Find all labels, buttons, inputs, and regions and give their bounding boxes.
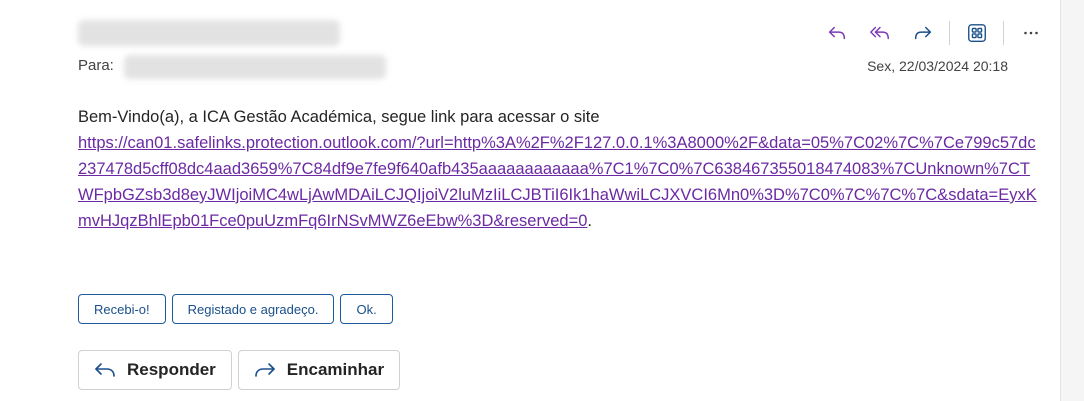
reply-icon bbox=[828, 26, 846, 40]
quick-reply-thanks[interactable]: Registado e agradeço. bbox=[171, 294, 335, 324]
forward-icon bbox=[914, 26, 932, 40]
forward-icon bbox=[254, 363, 275, 377]
reply-button[interactable]: Responder bbox=[78, 350, 232, 390]
message-toolbar bbox=[820, 18, 1057, 48]
reply-all-icon bbox=[870, 26, 889, 40]
scroll-gutter bbox=[1061, 0, 1084, 401]
safelink-url[interactable]: https://can01.safelinks.protection.outlo… bbox=[78, 134, 1037, 230]
trailing-period: . bbox=[587, 212, 592, 230]
suggested-replies: Recebi-o! Registado e agradeço. Ok. bbox=[78, 294, 393, 324]
reply-all-action-button[interactable] bbox=[863, 18, 897, 48]
forward-button[interactable]: Encaminhar bbox=[237, 350, 401, 390]
forward-button-label: Encaminhar bbox=[286, 360, 385, 379]
reply-icon bbox=[95, 363, 115, 377]
message-body: Bem-Vindo(a), a ICA Gestão Académica, se… bbox=[78, 104, 1038, 234]
apps-action-button[interactable] bbox=[960, 18, 994, 48]
forward-action-button[interactable] bbox=[906, 18, 940, 48]
toolbar-divider bbox=[949, 21, 950, 45]
greeting-text: Bem-Vindo(a), a ICA Gestão Académica, se… bbox=[78, 108, 600, 126]
quick-reply-received[interactable]: Recebi-o! bbox=[78, 294, 166, 324]
more-icon bbox=[1024, 31, 1038, 35]
reply-action-button[interactable] bbox=[820, 18, 854, 48]
more-actions-button[interactable] bbox=[1014, 18, 1048, 48]
email-reading-pane: Para: Sex, 22/03/2024 20:18 Bem-Vindo(a)… bbox=[0, 0, 1061, 401]
quick-reply-ok[interactable]: Ok. bbox=[340, 294, 393, 324]
sender-name-redacted bbox=[78, 20, 340, 46]
toolbar-divider bbox=[1003, 21, 1004, 45]
recipient-redacted bbox=[124, 55, 386, 79]
to-label: Para: bbox=[78, 57, 114, 74]
reply-button-label: Responder bbox=[127, 360, 216, 379]
apps-icon bbox=[968, 24, 986, 42]
reply-forward-bar: Responder Encaminhar bbox=[78, 350, 401, 390]
timestamp: Sex, 22/03/2024 20:18 bbox=[867, 58, 1008, 74]
